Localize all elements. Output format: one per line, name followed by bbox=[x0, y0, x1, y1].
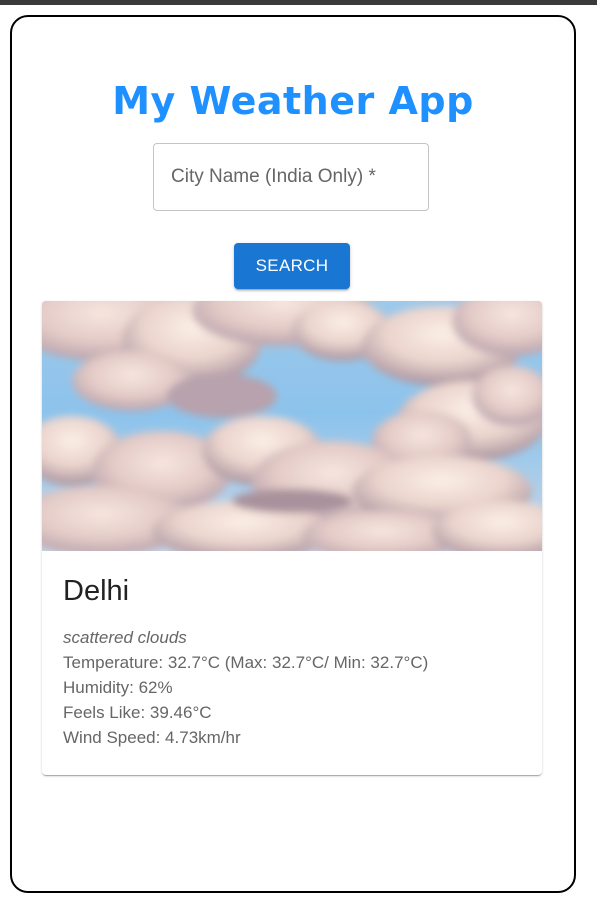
cloudy-sky-image bbox=[42, 301, 542, 551]
feels-like-line: Feels Like: 39.46°C bbox=[63, 703, 212, 722]
search-button[interactable]: SEARCH bbox=[234, 243, 350, 289]
humidity-line: Humidity: 62% bbox=[63, 678, 173, 697]
city-name-field[interactable] bbox=[153, 143, 429, 211]
window-top-strip bbox=[0, 0, 597, 5]
weather-details: Delhi scattered clouds Temperature: 32.7… bbox=[63, 571, 523, 750]
app-container: My Weather App SEARCH bbox=[10, 15, 576, 893]
weather-description: scattered clouds bbox=[63, 628, 187, 647]
city-name: Delhi bbox=[63, 575, 130, 607]
temperature-line: Temperature: 32.7°C (Max: 32.7°C/ Min: 3… bbox=[63, 653, 429, 672]
weather-card: Delhi scattered clouds Temperature: 32.7… bbox=[42, 301, 542, 775]
app-title: My Weather App bbox=[112, 79, 474, 123]
city-search-input[interactable] bbox=[154, 144, 428, 210]
wind-speed-line: Wind Speed: 4.73km/hr bbox=[63, 728, 241, 747]
